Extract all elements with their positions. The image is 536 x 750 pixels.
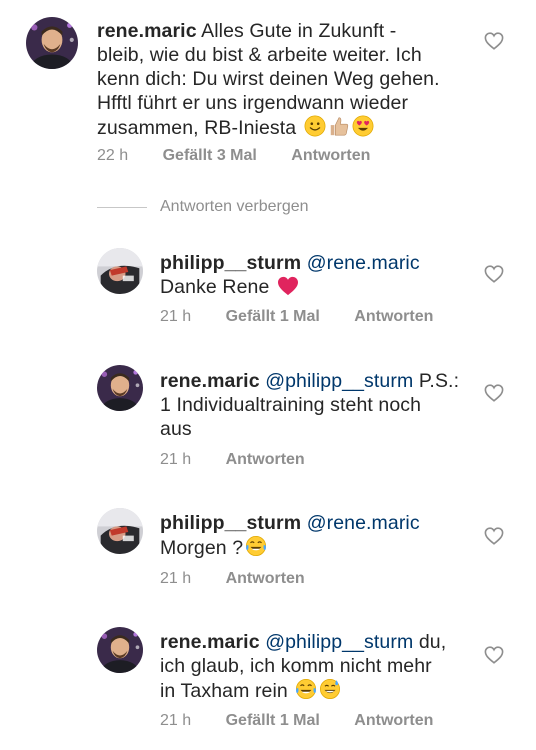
heart-eyes-icon (352, 115, 374, 137)
comment-meta: 21 h Gefällt 1 Mal Antworten (160, 308, 433, 326)
red-heart-icon (277, 276, 299, 296)
comment-text: ich glaub, ich komm nicht mehr (160, 655, 432, 677)
comment-meta: 22 h Gefällt 3 Mal Antworten (97, 147, 370, 165)
like-heart-icon[interactable] (484, 384, 504, 402)
comment-text: kenn dich: Du wirst deinen Weg gehen. (97, 68, 440, 90)
comment-meta: 21 h Gefällt 1 Mal Antworten (160, 712, 433, 730)
timestamp: 21 h (160, 570, 192, 587)
mention-link[interactable]: @rene.maric (307, 512, 420, 534)
like-heart-icon[interactable] (484, 646, 504, 664)
reply-button[interactable]: Antworten (354, 712, 433, 730)
likes-count[interactable]: Gefällt 1 Mal (226, 308, 320, 326)
comment-line: rene.maric @philipp__sturm du, (160, 630, 480, 654)
comment-body: rene.maric @philipp__sturm P.S.: 1 Indiv… (160, 369, 480, 441)
mention-link[interactable]: @rene.maric (307, 252, 420, 274)
username-link[interactable]: philipp__sturm (160, 252, 301, 274)
comment-text: Alles Gute in Zukunft - (201, 20, 397, 42)
comment-body: rene.maric @philipp__sturm du, ich glaub… (160, 630, 480, 703)
comment-text: Hfftl führt er uns irgendwann wieder (97, 92, 409, 114)
reply-button[interactable]: Antworten (291, 147, 370, 165)
thumbs-up-icon (328, 115, 350, 137)
username-link[interactable]: rene.maric (97, 20, 197, 42)
comment-text: bleib, wie du bist & arbeite weiter. Ich (97, 44, 422, 66)
comment-text: du, (418, 631, 447, 653)
comment-line: rene.maric Alles Gute in Zukunft - (97, 19, 477, 43)
comment-text: 1 Individualtraining steht noch (160, 394, 422, 416)
timestamp: 21 h (160, 451, 192, 468)
comment-meta: 21 h Antworten (160, 570, 305, 588)
timestamp: 21 h (160, 308, 192, 325)
grinning-sweat-icon (319, 678, 341, 700)
username-link[interactable]: philipp__sturm (160, 512, 301, 534)
comment-text: aus (160, 418, 192, 440)
username-link[interactable]: rene.maric (160, 370, 260, 392)
like-heart-icon[interactable] (484, 265, 504, 283)
comment-line: Danke Rene (160, 275, 480, 299)
avatar[interactable] (26, 17, 78, 69)
tears-of-joy-icon (245, 535, 267, 557)
comment-body: philipp__sturm @rene.maric Morgen ? (160, 511, 480, 560)
divider (97, 207, 147, 208)
likes-count[interactable]: Gefällt 3 Mal (163, 147, 257, 165)
avatar[interactable] (97, 627, 143, 673)
comment-body: philipp__sturm @rene.maric Danke Rene (160, 251, 480, 299)
timestamp: 21 h (160, 712, 192, 729)
comment-text: P.S.: (418, 370, 460, 392)
comment-line: Morgen ? (160, 535, 480, 560)
comment-line: rene.maric @philipp__sturm P.S.: (160, 369, 480, 393)
avatar[interactable] (97, 508, 143, 554)
comment-text: zusammen, RB-Iniesta (97, 117, 297, 139)
username-link[interactable]: rene.maric (160, 631, 260, 653)
avatar[interactable] (97, 248, 143, 294)
hide-replies-button[interactable]: Antworten verbergen (160, 198, 309, 216)
comment-text: in Taxham rein (160, 680, 288, 702)
reply-button[interactable]: Antworten (226, 451, 305, 469)
avatar[interactable] (97, 365, 143, 411)
comment-body: rene.maric Alles Gute in Zukunft - bleib… (97, 19, 477, 140)
mention-link[interactable]: @philipp__sturm (265, 631, 413, 653)
like-heart-icon[interactable] (484, 527, 504, 545)
comment-text: Danke Rene (160, 276, 270, 298)
slightly-smiling-face-icon (304, 115, 326, 137)
comment-line: philipp__sturm @rene.maric (160, 511, 480, 535)
like-heart-icon[interactable] (484, 32, 504, 50)
comment-line: zusammen, RB-Iniesta (97, 115, 477, 140)
timestamp: 22 h (97, 147, 129, 164)
mention-link[interactable]: @philipp__sturm (265, 370, 413, 392)
likes-count[interactable]: Gefällt 1 Mal (226, 712, 320, 730)
comment-line: philipp__sturm @rene.maric (160, 251, 480, 275)
reply-button[interactable]: Antworten (354, 308, 433, 326)
reply-button[interactable]: Antworten (226, 570, 305, 588)
comment-meta: 21 h Antworten (160, 451, 305, 469)
tears-of-joy-icon (295, 678, 317, 700)
comment-text: Morgen ? (160, 537, 244, 559)
comment-line: in Taxham rein (160, 678, 480, 703)
